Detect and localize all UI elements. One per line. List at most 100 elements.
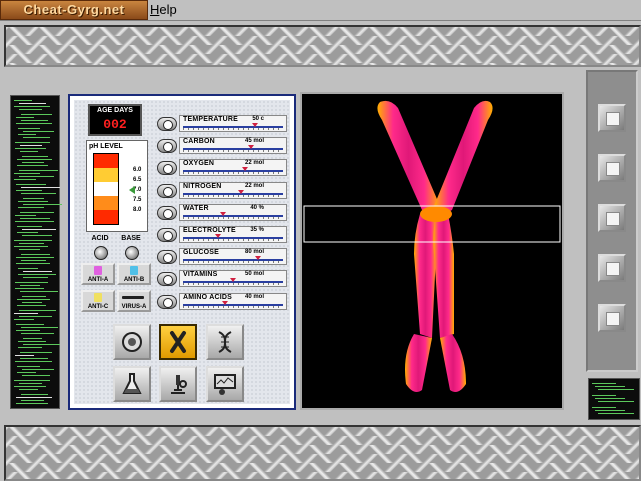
readout-row (592, 383, 634, 395)
gauge-adjust-button[interactable] (157, 184, 177, 198)
gauge-name: NITROGEN (183, 183, 222, 190)
gauge-meter: NITROGEN 22 mol (179, 182, 287, 199)
age-label: AGE DAYS (97, 107, 133, 114)
base-knob[interactable] (125, 246, 139, 260)
ph-color-bar (93, 153, 119, 225)
chemistry-button[interactable] (113, 366, 151, 402)
gauge-value: 80 mol (244, 249, 264, 255)
ph-segment (94, 196, 118, 210)
vial-icon (94, 293, 102, 302)
gauge-level-marker[interactable] (252, 123, 258, 127)
gauge-name: GLUCOSE (183, 249, 220, 256)
menu-help[interactable]: Help (150, 2, 177, 17)
square-icon (606, 112, 620, 126)
microscope-button[interactable] (159, 366, 197, 402)
chromosome-icon (170, 331, 186, 353)
ph-scale-tick: 8.0 (133, 207, 142, 213)
left-status-readout (10, 95, 62, 409)
cell-view-button[interactable] (113, 324, 151, 360)
gauge-value: 35 % (250, 227, 264, 233)
chromosome-arm (434, 100, 493, 213)
gauge-name: VITAMINS (183, 271, 218, 278)
gauge-adjust-button[interactable] (157, 228, 177, 242)
gauge-level-marker[interactable] (248, 145, 254, 149)
gauge-value: 50 mol (244, 271, 264, 277)
gauge-name: WATER (183, 205, 209, 212)
side-button-2[interactable] (598, 154, 626, 182)
gauge-ticks (183, 239, 283, 241)
dna-icon (218, 331, 232, 353)
gauge-level-marker[interactable] (215, 234, 221, 238)
gauge-adjust-button[interactable] (157, 250, 177, 264)
toggle-icon (163, 164, 173, 174)
side-button-1[interactable] (598, 104, 626, 132)
readout-row (14, 380, 56, 392)
gauge-value: 40 mol (244, 294, 264, 300)
centromere (420, 206, 452, 222)
gauge-adjust-button[interactable] (157, 272, 177, 286)
gauge-ticks (183, 195, 283, 197)
gauge-adjust-button[interactable] (157, 295, 177, 309)
flask-icon (122, 373, 142, 394)
gauge-ticks (183, 261, 283, 263)
gauge-adjust-button[interactable] (157, 161, 177, 175)
acid-knob[interactable] (94, 246, 108, 260)
gauge-value: 22 mol (244, 183, 264, 189)
top-metal-plate (4, 25, 641, 67)
anti-b-button[interactable]: ANTI-B (117, 263, 151, 285)
gauge-meter: TEMPERATURE 50 c (179, 115, 287, 132)
toggle-icon (163, 275, 173, 285)
gauge-meter: OXYGEN 22 mol (179, 159, 287, 176)
monitor-button[interactable] (206, 366, 244, 402)
toggle-icon (163, 253, 173, 263)
gauge-meter: VITAMINS 50 mol (179, 270, 287, 287)
virus-a-button[interactable]: VIRUS-A (117, 290, 151, 312)
square-icon (606, 262, 620, 276)
gauge-ticks (183, 217, 283, 219)
anti-c-button[interactable]: ANTI-C (81, 290, 115, 312)
cell-icon (122, 332, 142, 352)
chromosome-viewer[interactable] (300, 92, 564, 410)
readout-row (14, 268, 56, 280)
gauge-adjust-button[interactable] (157, 206, 177, 220)
gauge-name: CARBON (183, 138, 215, 145)
toggle-icon (163, 209, 173, 219)
age-value: 002 (103, 117, 127, 132)
side-button-5[interactable] (598, 304, 626, 332)
gauge-level-marker[interactable] (230, 278, 236, 282)
gauge-value: 40 % (250, 205, 264, 211)
vial-icon (130, 266, 138, 275)
readout-row (592, 395, 634, 407)
side-button-4[interactable] (598, 254, 626, 282)
menu-help-accelerator: H (150, 2, 160, 17)
toggle-icon (163, 298, 173, 308)
gauge-adjust-button[interactable] (157, 139, 177, 153)
gauge-level-marker[interactable] (220, 212, 226, 216)
side-button-3[interactable] (598, 204, 626, 232)
anti-b-label: ANTI-B (123, 277, 145, 283)
dna-view-button[interactable] (206, 324, 244, 360)
gauge-adjust-button[interactable] (157, 117, 177, 131)
gauge-level-marker[interactable] (222, 301, 228, 305)
square-icon (606, 212, 620, 226)
toggle-icon (163, 120, 173, 130)
ph-pointer-icon (129, 186, 135, 194)
gauge-level-marker[interactable] (255, 256, 261, 260)
gauge-ticks (183, 283, 283, 285)
gauge-ticks (183, 172, 283, 174)
anti-a-button[interactable]: ANTI-A (81, 263, 115, 285)
readout-row (14, 212, 56, 224)
chromosome-image (303, 100, 561, 392)
gauge-meter: AMINO ACIDS 40 mol (179, 293, 287, 310)
readout-row (592, 407, 634, 419)
readout-row (14, 198, 62, 210)
square-icon (606, 162, 620, 176)
gauge-level-marker[interactable] (238, 190, 244, 194)
readout-row (14, 240, 56, 252)
readout-row (14, 156, 56, 168)
gauge-level-marker[interactable] (242, 167, 248, 171)
ph-segment (94, 168, 118, 182)
gauge-ticks (183, 128, 283, 130)
chromosome-view-button[interactable] (159, 324, 197, 360)
square-icon (606, 312, 620, 326)
